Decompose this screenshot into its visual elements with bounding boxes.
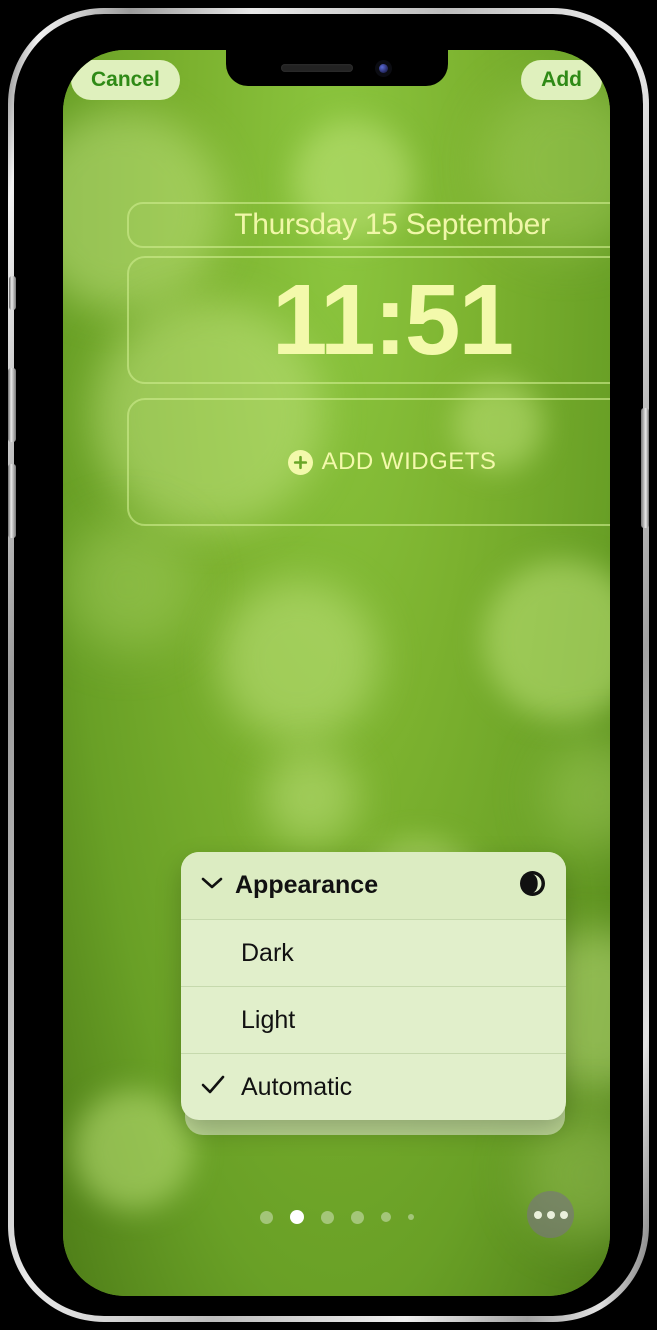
power-button[interactable] bbox=[641, 408, 649, 528]
volume-up-button[interactable] bbox=[8, 368, 16, 442]
add-button[interactable]: Add bbox=[521, 60, 602, 100]
add-widgets-label: ADD WIDGETS bbox=[321, 448, 497, 475]
page-dot-active[interactable] bbox=[289, 1210, 304, 1224]
appearance-menu-title: Appearance bbox=[235, 871, 379, 899]
appearance-menu-header[interactable]: Appearance bbox=[181, 852, 566, 919]
widget-stack: Thursday 15 September 11:51 ADD WIDGETS bbox=[127, 202, 610, 526]
appearance-option-dark[interactable]: Dark bbox=[181, 919, 566, 986]
appearance-option-label: Automatic bbox=[241, 1072, 353, 1101]
speaker-grille-icon bbox=[281, 64, 353, 72]
front-camera-icon bbox=[375, 59, 392, 77]
time-widget-label: 11:51 bbox=[271, 264, 514, 376]
page-dot[interactable] bbox=[350, 1210, 364, 1224]
appearance-option-label: Light bbox=[241, 1005, 296, 1034]
ellipsis-icon[interactable] bbox=[527, 1191, 574, 1238]
appearance-option-automatic[interactable]: Automatic bbox=[181, 1053, 566, 1120]
page-dot[interactable] bbox=[407, 1214, 414, 1220]
plus-circle-icon bbox=[287, 449, 313, 475]
appearance-option-light[interactable]: Light bbox=[181, 986, 566, 1053]
cancel-button[interactable]: Cancel bbox=[71, 60, 180, 100]
device-notch bbox=[225, 50, 448, 86]
volume-down-button[interactable] bbox=[8, 464, 16, 538]
silent-switch[interactable] bbox=[9, 276, 16, 310]
page-dot[interactable] bbox=[259, 1210, 273, 1224]
page-dot[interactable] bbox=[320, 1210, 334, 1224]
checkmark-icon bbox=[201, 1075, 229, 1100]
iphone-device-frame: Cancel Add Thursday 15 September 11:51 A… bbox=[8, 8, 649, 1322]
date-widget[interactable]: Thursday 15 September bbox=[127, 202, 610, 248]
add-widgets-content: ADD WIDGETS bbox=[287, 448, 497, 476]
appearance-menu: Appearance Dark Light Automatic bbox=[181, 852, 566, 1120]
add-widgets-slot[interactable]: ADD WIDGETS bbox=[127, 398, 610, 526]
chevron-down-icon bbox=[201, 876, 223, 895]
appearance-option-label: Dark bbox=[241, 938, 294, 967]
phone-screen: Cancel Add Thursday 15 September 11:51 A… bbox=[63, 50, 610, 1296]
time-widget[interactable]: 11:51 bbox=[127, 256, 610, 384]
circle-righthalf-filled-icon bbox=[519, 870, 546, 902]
page-dot[interactable] bbox=[380, 1212, 391, 1222]
date-widget-label: Thursday 15 September bbox=[234, 208, 550, 241]
